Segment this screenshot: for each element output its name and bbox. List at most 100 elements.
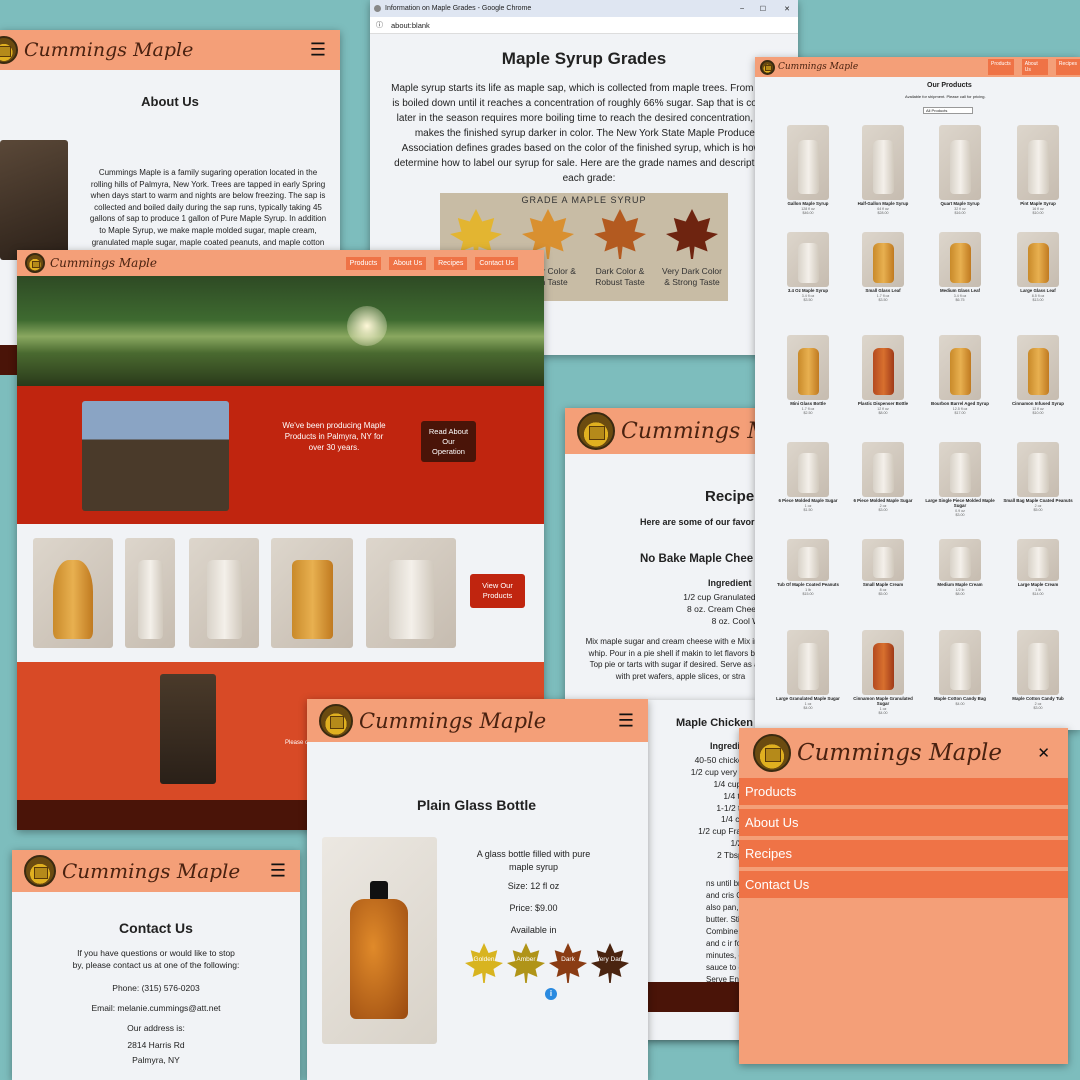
product-image: [939, 125, 981, 200]
brand-name: Cummings Maple: [778, 62, 859, 72]
product-image: [862, 232, 904, 287]
nav-about[interactable]: About Us: [389, 256, 427, 270]
product-card[interactable]: Small Maple Cream 8 oz $5.00: [848, 539, 918, 596]
header: Cummings Maple ✕: [739, 728, 1068, 778]
hero-forest: [17, 276, 544, 386]
product-card[interactable]: Large Glass Leaf 8.5 fl oz $13.00: [1003, 232, 1073, 302]
product-card[interactable]: Tub Of Maple Coated Peanuts 1 lb $15.00: [773, 539, 843, 596]
bottle-body: [350, 899, 408, 1019]
product-thumb[interactable]: [271, 538, 353, 648]
logo: [25, 253, 45, 273]
grade-option[interactable]: Amber: [507, 943, 545, 983]
family-photo: [0, 140, 68, 260]
hamburger-icon[interactable]: ☰: [270, 861, 286, 882]
product-jar: [797, 348, 819, 395]
grade-option[interactable]: Very Dark: [591, 943, 629, 983]
product-card[interactable]: 3.4 Oz Maple Syrup 3.4 fl oz $3.50: [773, 232, 843, 302]
about-body: Cummings Maple is a family sugaring oper…: [89, 168, 327, 258]
menu-item[interactable]: Products: [739, 778, 1068, 809]
product-card[interactable]: Large Maple Cream 1 lb $14.00: [1003, 539, 1073, 596]
product-thumb[interactable]: [33, 538, 113, 648]
recipes-title: Recipe: [705, 488, 755, 505]
hamburger-icon[interactable]: ☰: [618, 710, 634, 731]
bottle-window: Cummings Maple ☰ Plain Glass Bottle A gl…: [307, 699, 648, 1080]
info-icon[interactable]: i: [545, 988, 557, 1000]
header: Cummings Maple: [565, 408, 765, 454]
product-card[interactable]: Half-Gallon Maple Syrup 64 fl oz $28.00: [848, 125, 918, 215]
product-card[interactable]: Mini Glass Bottle 1.7 fl oz $2.50: [773, 335, 843, 415]
grade-leaf: Dark Color & Robust Taste: [587, 209, 653, 288]
recipe1-ingredients: 1/2 cup Granulated M8 oz. Cream Cheese 8 …: [665, 592, 765, 628]
product-image: [787, 125, 829, 200]
nav-products[interactable]: Products: [345, 256, 382, 270]
product-image: [939, 442, 981, 497]
address-bar[interactable]: ⓘ about:blank: [370, 17, 798, 34]
product-card[interactable]: Small Glass Leaf 1.7 fl oz $3.50: [848, 232, 918, 302]
logo: [760, 59, 775, 75]
nav-about[interactable]: About Us: [1021, 59, 1048, 75]
product-price: $1.50: [803, 508, 813, 513]
grade-option[interactable]: Dark: [549, 943, 587, 983]
grades-title: Maple Syrup Grades: [501, 49, 667, 68]
product-card[interactable]: Large Single Piece Molded Maple Sugar 0.9…: [925, 442, 995, 517]
product-card[interactable]: Gallon Maple Syrup 128 fl oz $46.00: [773, 125, 843, 215]
brand-name: Cummings Maple: [62, 859, 241, 883]
brand-name: Cummings Maple: [359, 708, 547, 733]
product-card[interactable]: 6 Piece Molded Maple Sugar 2 oz $3.00: [848, 442, 918, 512]
menu-item[interactable]: Recipes: [739, 840, 1068, 871]
nav-recipes[interactable]: Recipes: [434, 256, 468, 270]
nav: Products About Us Recipes: [988, 59, 1080, 75]
read-about-button[interactable]: Read About Our Operation: [421, 421, 476, 463]
maximize-button[interactable]: ☐: [760, 5, 766, 13]
header: Cummings Maple Products About Us Recipes: [755, 57, 1080, 77]
product-card[interactable]: Maple Cotton Candy Bag $4.00: [925, 630, 995, 706]
product-image: [787, 539, 829, 581]
nav-recipes[interactable]: Recipes: [1055, 59, 1080, 75]
contact-phone[interactable]: Phone: (315) 576-0203: [12, 983, 300, 993]
product-price: $10.00: [1032, 211, 1044, 216]
product-jar: [1027, 140, 1049, 194]
product-card[interactable]: Maple Cotton Candy Tub 2 oz $3.00: [1003, 630, 1073, 710]
product-price: $46.00: [802, 211, 814, 216]
grades-image-title: Grade A Maple Syrup: [521, 195, 647, 205]
product-card[interactable]: Pint Maple Syrup 16 fl oz $10.00: [1003, 125, 1073, 215]
product-card[interactable]: Medium Glass Leaf 3.4 fl oz $6.75: [925, 232, 995, 302]
product-image: [787, 630, 829, 695]
hamburger-icon[interactable]: ☰: [310, 40, 326, 61]
close-icon[interactable]: ✕: [1037, 744, 1050, 762]
product-size: Size: 12 fl oz: [507, 881, 560, 891]
product-card[interactable]: 6 Piece Molded Maple Sugar 1 oz $1.50: [773, 442, 843, 512]
bottle-cap: [370, 881, 388, 901]
product-image: [939, 232, 981, 287]
minimize-button[interactable]: –: [740, 5, 744, 12]
contact-email[interactable]: Email: melanie.cummings@att.net: [12, 1003, 300, 1013]
product-jar: [797, 453, 819, 493]
product-jar: [949, 547, 971, 578]
product-name: Large Single Piece Molded Maple Sugar: [925, 498, 995, 508]
product-card[interactable]: Cinnamon Infused Syrup 12 fl oz $10.00: [1003, 335, 1073, 415]
product-card[interactable]: Plastic Dispenser Bottle 12 fl oz $8.00: [848, 335, 918, 415]
logo: [0, 36, 18, 64]
product-thumb[interactable]: [125, 538, 175, 648]
product-card[interactable]: Large Granulated Maple Sugar 1 oz $4.00: [773, 630, 843, 710]
grade-option[interactable]: Golden: [465, 943, 503, 983]
product-price: $3.50: [803, 298, 813, 303]
product-card[interactable]: Bourbon Barrel Aged Syrup 12.5 fl oz $17.0…: [925, 335, 995, 415]
menu-item[interactable]: About Us: [739, 809, 1068, 840]
product-card[interactable]: Quart Maple Syrup 32 fl oz $16.00: [925, 125, 995, 215]
menu-item[interactable]: Contact Us: [739, 871, 1068, 902]
product-card[interactable]: Cinnamon Maple Granulated Sugar 1 oz $4.00: [848, 630, 918, 715]
product-card[interactable]: Medium Maple Cream 1/2 lb $8.00: [925, 539, 995, 596]
filter-select[interactable]: All Products: [923, 107, 973, 114]
product-image: [1017, 630, 1059, 695]
product-desc: A glass bottle filled with pure maple sy…: [476, 849, 591, 872]
product-card[interactable]: Small Bag Maple Coated Peanuts 2 oz $5.00: [1003, 442, 1073, 512]
close-button[interactable]: ✕: [784, 5, 790, 13]
nav-products[interactable]: Products: [988, 59, 1014, 75]
nav-contact[interactable]: Contact Us: [475, 256, 518, 270]
product-thumb[interactable]: [366, 538, 456, 648]
product-thumb[interactable]: [189, 538, 259, 648]
view-products-button[interactable]: View Our Products: [470, 574, 525, 608]
products-strip: View Our Products: [17, 524, 544, 662]
logo: [753, 734, 791, 772]
